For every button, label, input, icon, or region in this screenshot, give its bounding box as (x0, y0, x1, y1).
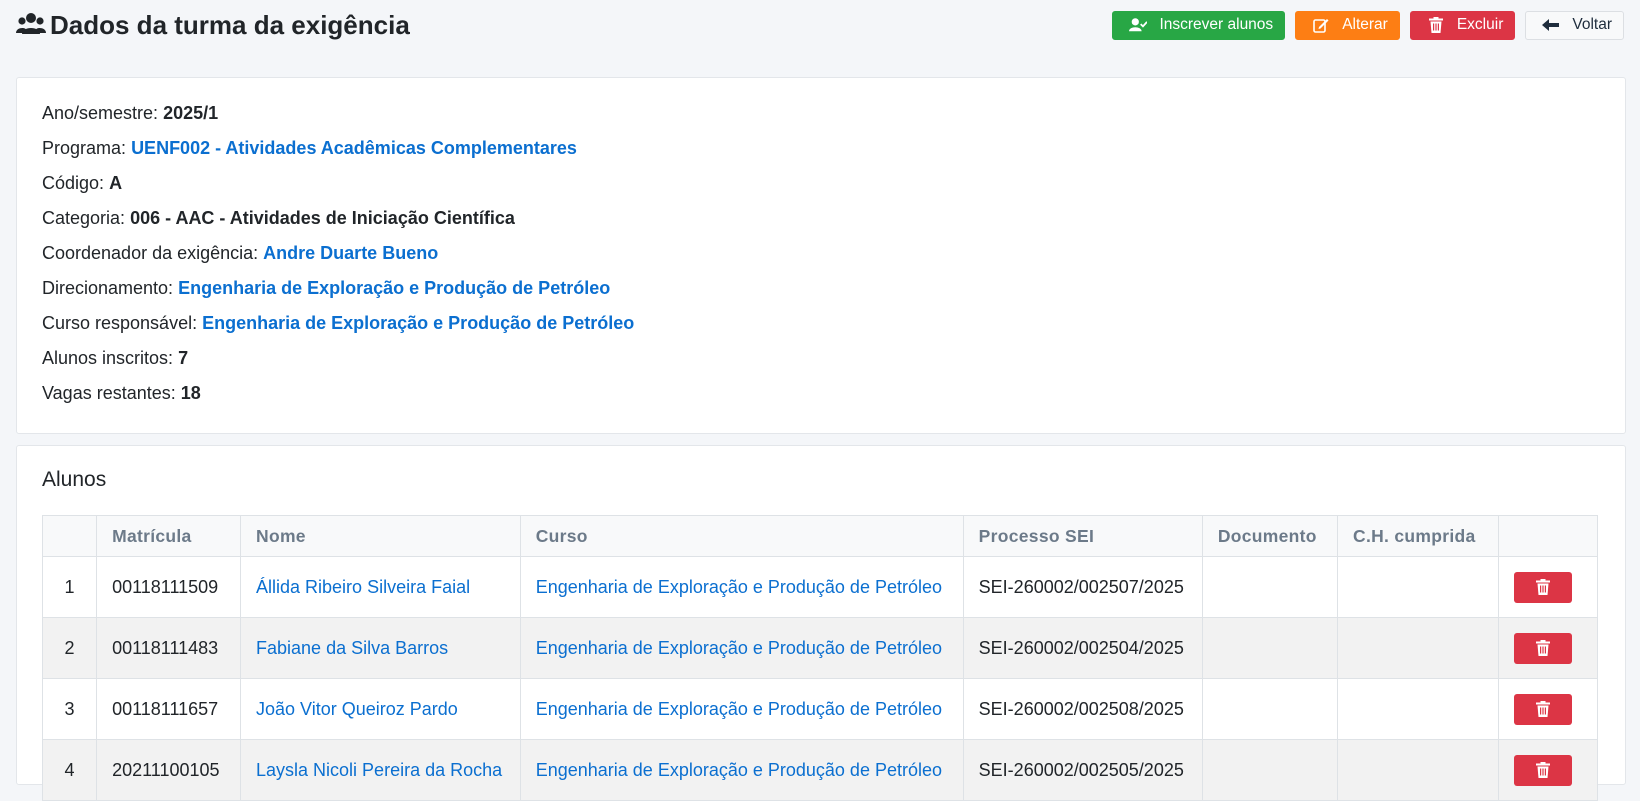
row-nome-link[interactable]: Állida Ribeiro Silveira Faial (256, 577, 470, 597)
row-index: 4 (41, 739, 98, 801)
row-curso-link[interactable]: Engenharia de Exploração e Produção de P… (536, 577, 942, 597)
info-programa: Programa: UENF002 - Atividades Acadêmica… (42, 133, 1600, 168)
col-nome[interactable]: Nome (240, 515, 521, 557)
row-index: 2 (41, 617, 98, 679)
row-nome-link[interactable]: João Vitor Queiroz Pardo (256, 699, 458, 719)
codigo-value: A (109, 173, 123, 193)
col-actions (1498, 515, 1598, 557)
categoria-value: 006 - AAC - Atividades de Iniciação Cien… (130, 208, 515, 228)
table-header-row: Matrícula Nome Curso Processo SEI Docume… (41, 515, 1598, 557)
row-sei: SEI-260002/002504/2025 (962, 617, 1203, 679)
row-delete-button[interactable] (1514, 632, 1573, 664)
page-header: Dados da turma da exigência Inscrever al… (16, 8, 1624, 42)
info-inscritos: Alunos inscritos: 7 (42, 343, 1600, 378)
trash-icon (1536, 762, 1551, 778)
row-matricula: 00118111509 (96, 556, 242, 618)
col-curso[interactable]: Curso (519, 515, 964, 557)
row-ch (1336, 617, 1500, 679)
delete-label: Excluir (1456, 16, 1504, 33)
coordenador-label: Coordenador da exigência: (42, 243, 259, 263)
row-curso-link[interactable]: Engenharia de Exploração e Produção de P… (536, 699, 942, 719)
row-matricula: 00118111657 (96, 678, 242, 740)
info-direcionamento: Direcionamento: Engenharia de Exploração… (42, 273, 1600, 308)
vagas-value: 18 (180, 383, 201, 403)
col-documento[interactable]: Documento (1201, 515, 1339, 557)
header-actions: Inscrever alunos Alterar Excluir Voltar (1112, 10, 1624, 40)
enroll-students-label: Inscrever alunos (1159, 16, 1274, 33)
inscritos-value: 7 (178, 348, 189, 368)
col-processo-sei[interactable]: Processo SEI (962, 515, 1203, 557)
programa-link[interactable]: UENF002 - Atividades Acadêmicas Compleme… (131, 138, 577, 158)
direcionamento-label: Direcionamento: (42, 278, 174, 298)
row-documento (1201, 739, 1339, 801)
user-check-icon (1129, 17, 1148, 33)
info-curso: Curso responsável: Engenharia de Explora… (42, 308, 1600, 343)
trash-icon (1536, 640, 1551, 656)
trash-icon (1536, 579, 1551, 595)
trash-icon (1536, 701, 1551, 717)
row-delete-button[interactable] (1514, 693, 1573, 725)
info-coordenador: Coordenador da exigência: Andre Duarte B… (42, 238, 1600, 273)
programa-label: Programa: (42, 138, 127, 158)
users-icon (16, 12, 46, 38)
class-info-card: Ano/semestre: 2025/1 Programa: UENF002 -… (16, 77, 1626, 434)
row-ch (1336, 739, 1500, 801)
row-nome-link[interactable]: Fabiane da Silva Barros (256, 638, 448, 658)
row-curso-link[interactable]: Engenharia de Exploração e Produção de P… (536, 638, 942, 658)
categoria-label: Categoria: (42, 208, 126, 228)
curso-label: Curso responsável: (42, 313, 198, 333)
col-matricula[interactable]: Matrícula (96, 515, 242, 557)
table-row: 1 00118111509 Állida Ribeiro Silveira Fa… (41, 556, 1598, 618)
row-ch (1336, 678, 1500, 740)
col-ch-cumprida[interactable]: C.H. cumprida (1336, 515, 1500, 557)
arrow-left-icon (1542, 17, 1560, 33)
delete-button[interactable]: Excluir (1409, 10, 1516, 40)
trash-icon (1427, 17, 1445, 33)
row-nome-link[interactable]: Laysla Nicoli Pereira da Rocha (256, 760, 502, 780)
row-documento (1201, 556, 1339, 618)
row-ch (1336, 556, 1500, 618)
row-curso-link[interactable]: Engenharia de Exploração e Produção de P… (536, 760, 942, 780)
inscritos-label: Alunos inscritos: (42, 348, 174, 368)
codigo-label: Código: (42, 173, 105, 193)
row-documento (1201, 678, 1339, 740)
title-wrap: Dados da turma da exigência (16, 8, 410, 42)
row-documento (1201, 617, 1339, 679)
row-delete-button[interactable] (1514, 571, 1573, 603)
info-vagas: Vagas restantes: 18 (42, 378, 1600, 413)
ano-label: Ano/semestre: (42, 103, 159, 123)
row-matricula: 00118111483 (96, 617, 242, 679)
enroll-students-button[interactable]: Inscrever alunos (1112, 10, 1286, 40)
students-title: Alunos (42, 468, 107, 491)
edit-label: Alterar (1342, 16, 1388, 33)
row-delete-button[interactable] (1514, 754, 1573, 786)
edit-icon (1312, 17, 1330, 33)
direcionamento-link[interactable]: Engenharia de Exploração e Produção de P… (178, 278, 610, 298)
table-row: 4 20211100105 Laysla Nicoli Pereira da R… (41, 739, 1598, 801)
page-title: Dados da turma da exigência (50, 10, 410, 40)
info-codigo: Código: A (42, 168, 1600, 203)
row-index: 1 (41, 556, 98, 618)
ano-value: 2025/1 (163, 103, 219, 123)
table-row: 2 00118111483 Fabiane da Silva Barros En… (41, 617, 1598, 679)
table-row: 3 00118111657 João Vitor Queiroz Pardo E… (41, 678, 1598, 740)
col-index (41, 515, 98, 557)
info-ano: Ano/semestre: 2025/1 (42, 98, 1600, 133)
students-card: Alunos Matrícula Nome Curso Processo SEI… (16, 445, 1626, 801)
students-table: Matrícula Nome Curso Processo SEI Docume… (41, 515, 1598, 801)
row-matricula: 20211100105 (96, 739, 242, 801)
back-button[interactable]: Voltar (1525, 10, 1624, 40)
vagas-label: Vagas restantes: (42, 383, 176, 403)
row-sei: SEI-260002/002507/2025 (962, 556, 1203, 618)
row-index: 3 (41, 678, 98, 740)
coordenador-link[interactable]: Andre Duarte Bueno (263, 243, 438, 263)
back-label: Voltar (1572, 16, 1612, 33)
info-categoria: Categoria: 006 - AAC - Atividades de Ini… (42, 203, 1600, 238)
row-sei: SEI-260002/002508/2025 (962, 678, 1203, 740)
row-sei: SEI-260002/002505/2025 (962, 739, 1203, 801)
edit-button[interactable]: Alterar (1295, 10, 1400, 40)
curso-link[interactable]: Engenharia de Exploração e Produção de P… (202, 313, 634, 333)
